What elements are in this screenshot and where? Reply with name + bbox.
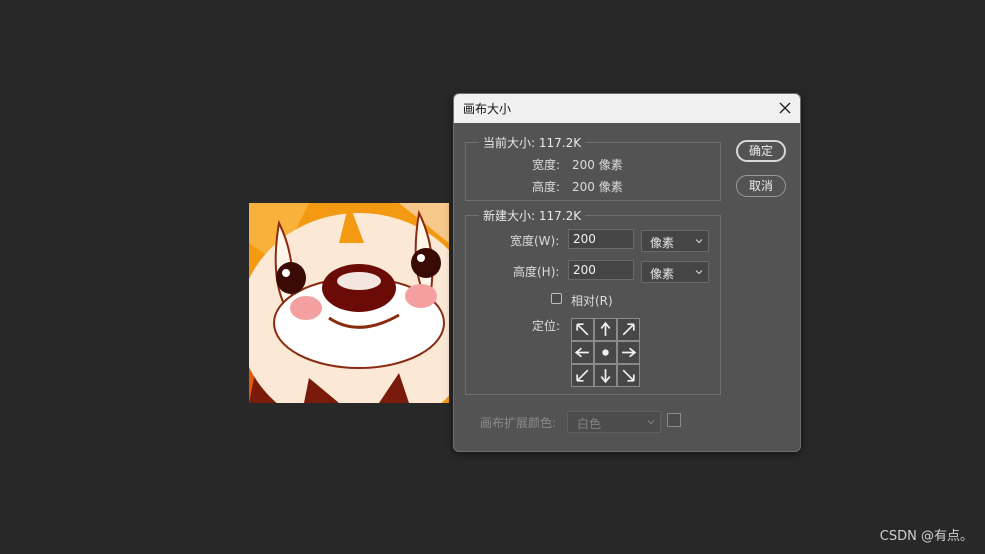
current-height-label: 高度: <box>532 180 561 194</box>
height-unit-value: 像素 <box>650 267 675 281</box>
width-input[interactable] <box>568 229 634 249</box>
new-height-label: 高度(H): <box>513 265 560 279</box>
canvas-extension-color-value: 白色 <box>577 417 602 431</box>
canvas-image-tiger <box>249 203 449 403</box>
anchor-bottom-right[interactable] <box>617 364 640 387</box>
tiger-illustration <box>249 203 449 403</box>
center-dot-icon <box>602 349 609 356</box>
chevron-down-icon <box>695 239 703 244</box>
arrow-up-left-icon <box>576 323 589 336</box>
watermark: CSDN @有点。 <box>879 529 973 544</box>
current-width-label: 宽度: <box>532 158 561 172</box>
anchor-top[interactable] <box>594 318 617 341</box>
arrow-down-left-icon <box>576 369 589 382</box>
ok-button[interactable]: 确定 <box>736 140 786 162</box>
dialog-title: 画布大小 <box>463 102 512 116</box>
canvas-extension-color-label: 画布扩展颜色: <box>480 416 557 430</box>
chevron-down-icon <box>695 270 703 275</box>
arrow-left-icon <box>574 347 589 358</box>
new-width-label: 宽度(W): <box>510 234 560 248</box>
anchor-left[interactable] <box>571 341 594 364</box>
arrow-up-icon <box>600 321 611 336</box>
arrow-up-right-icon <box>622 323 635 336</box>
arrow-right-icon <box>622 347 637 358</box>
current-size-legend: 当前大小: 117.2K <box>483 136 582 150</box>
arrow-down-icon <box>600 369 611 384</box>
chevron-down-icon <box>647 420 655 425</box>
width-unit-select[interactable]: 像素 <box>641 230 709 252</box>
anchor-label: 定位: <box>532 319 561 333</box>
relative-checkbox[interactable] <box>551 293 562 304</box>
arrow-down-right-icon <box>622 369 635 382</box>
anchor-bottom[interactable] <box>594 364 617 387</box>
dialog-titlebar[interactable]: 画布大小 <box>454 94 800 123</box>
anchor-top-left[interactable] <box>571 318 594 341</box>
cancel-button[interactable]: 取消 <box>736 175 786 197</box>
canvas-size-dialog: 画布大小 当前大小: 117.2K 宽度: 200 像素 高度: 200 像素 … <box>453 93 801 452</box>
current-height-value: 200 像素 <box>572 180 623 194</box>
anchor-center[interactable] <box>594 341 617 364</box>
current-width-value: 200 像素 <box>572 158 623 172</box>
anchor-right[interactable] <box>617 341 640 364</box>
width-unit-value: 像素 <box>650 236 675 250</box>
new-size-legend: 新建大小: 117.2K <box>483 209 582 223</box>
anchor-bottom-left[interactable] <box>571 364 594 387</box>
canvas-extension-color-select[interactable]: 白色 <box>567 411 661 433</box>
anchor-top-right[interactable] <box>617 318 640 341</box>
relative-label: 相对(R) <box>571 294 613 308</box>
anchor-grid <box>571 318 640 387</box>
close-icon[interactable] <box>776 99 794 117</box>
height-input[interactable] <box>568 260 634 280</box>
extension-color-swatch[interactable] <box>667 413 681 427</box>
height-unit-select[interactable]: 像素 <box>641 261 709 283</box>
